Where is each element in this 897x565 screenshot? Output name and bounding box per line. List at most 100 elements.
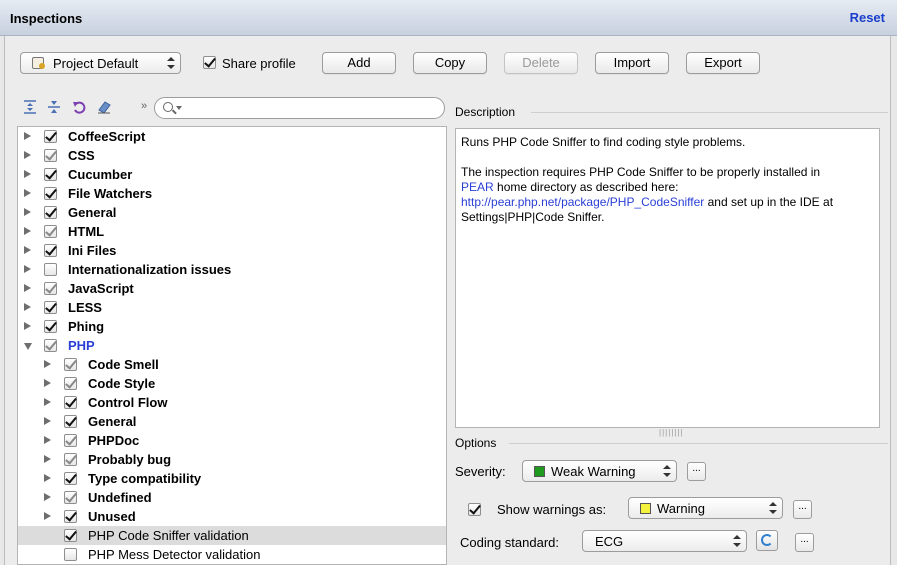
delete-button[interactable]: Delete [504,52,578,74]
tree-row[interactable]: Ini Files [18,241,446,260]
severity-select[interactable]: Weak Warning [522,460,677,482]
profile-icon [32,57,45,69]
tree-row-checkbox[interactable] [44,339,57,352]
collapsed-arrow-icon[interactable] [44,474,51,482]
tree-row-checkbox[interactable] [64,491,77,504]
tree-row[interactable]: LESS [18,298,446,317]
tree-row-checkbox[interactable] [64,358,77,371]
refresh-standards-button[interactable] [756,530,778,551]
show-warnings-select[interactable]: Warning [628,497,783,519]
codesniffer-url-link[interactable]: http://pear.php.net/package/PHP_CodeSnif… [461,195,704,209]
tree-row[interactable]: Code Smell [18,355,446,374]
tree-row[interactable]: HTML [18,222,446,241]
tree-row[interactable]: CSS [18,146,446,165]
reset-link[interactable]: Reset [850,10,885,25]
tree-row[interactable]: PHP Mess Detector validation [18,545,446,564]
tree-row[interactable]: File Watchers [18,184,446,203]
tree-row-checkbox[interactable] [44,206,57,219]
tree-row[interactable]: Phing [18,317,446,336]
reset-to-defaults-icon[interactable] [72,100,86,114]
collapsed-arrow-icon[interactable] [24,322,31,330]
coding-standard-edit-button[interactable]: ... [795,533,814,552]
collapsed-arrow-icon[interactable] [44,379,51,387]
tree-row-checkbox[interactable] [44,168,57,181]
tree-row[interactable]: Cucumber [18,165,446,184]
tree-row-checkbox[interactable] [64,415,77,428]
tree-row-checkbox[interactable] [44,149,57,162]
tree-row-checkbox[interactable] [64,453,77,466]
tree-row-label: CoffeeScript [68,129,146,144]
export-button[interactable]: Export [686,52,760,74]
tree-row[interactable]: Undefined [18,488,446,507]
inspection-tree[interactable]: CoffeeScript CSS Cucumber File Watchers Gene… [17,126,447,565]
collapsed-arrow-icon[interactable] [24,170,31,178]
tree-row-checkbox[interactable] [64,472,77,485]
copy-button[interactable]: Copy [413,52,487,74]
inspections-header: Inspections Reset [0,0,897,36]
collapsed-arrow-icon[interactable] [44,398,51,406]
tree-row[interactable]: Probably bug [18,450,446,469]
tree-row-checkbox[interactable] [44,320,57,333]
collapsed-arrow-icon[interactable] [44,512,51,520]
tree-row-checkbox[interactable] [44,244,57,257]
description-paragraph: The inspection requires PHP Code Sniffer… [461,165,874,225]
profile-select[interactable]: Project Default [20,52,181,74]
search-options-icon[interactable] [176,106,182,110]
tree-row-checkbox[interactable] [64,548,77,561]
tree-row[interactable]: JavaScript [18,279,446,298]
tree-row-label: Cucumber [68,167,133,182]
collapsed-arrow-icon[interactable] [24,189,31,197]
tree-row[interactable]: CoffeeScript [18,127,446,146]
search-input[interactable] [154,97,445,119]
tree-row[interactable]: Type compatibility [18,469,446,488]
splitter-grip[interactable]: |||||||| [659,428,684,437]
collapsed-arrow-icon[interactable] [24,227,31,235]
tree-row[interactable]: PHP [18,336,446,355]
collapsed-arrow-icon[interactable] [24,151,31,159]
add-button[interactable]: Add [322,52,396,74]
tree-row-checkbox[interactable] [44,263,57,276]
tree-row-checkbox[interactable] [44,187,57,200]
share-profile-check[interactable] [203,56,216,69]
coding-standard-select[interactable]: ECG [582,530,747,552]
tree-row-checkbox[interactable] [64,396,77,409]
collapsed-arrow-icon[interactable] [24,284,31,292]
severity-edit-button[interactable]: ... [687,462,706,481]
tree-row[interactable]: General [18,412,446,431]
collapsed-arrow-icon[interactable] [24,265,31,273]
tree-row-checkbox[interactable] [44,225,57,238]
tree-row[interactable]: Control Flow [18,393,446,412]
tree-row[interactable]: Code Style [18,374,446,393]
tree-row-checkbox[interactable] [44,301,57,314]
tree-row-checkbox[interactable] [44,130,57,143]
pear-link[interactable]: PEAR [461,180,494,194]
tree-row[interactable]: Internationalization issues [18,260,446,279]
tree-row-label: Control Flow [88,395,168,410]
collapsed-arrow-icon[interactable] [44,455,51,463]
show-warnings-edit-button[interactable]: ... [793,500,812,519]
collapsed-arrow-icon[interactable] [44,360,51,368]
collapsed-arrow-icon[interactable] [44,417,51,425]
tree-row[interactable]: General [18,203,446,222]
tree-row[interactable]: Unused [18,507,446,526]
expand-all-icon[interactable] [23,100,37,114]
collapsed-arrow-icon[interactable] [44,436,51,444]
tree-row-checkbox[interactable] [44,282,57,295]
tree-row-checkbox[interactable] [64,510,77,523]
collapsed-arrow-icon[interactable] [44,493,51,501]
expanded-arrow-icon[interactable] [24,343,32,350]
tree-row[interactable]: PHP Code Sniffer validation [18,526,446,545]
tree-row-checkbox[interactable] [64,377,77,390]
toolbar-overflow-icon[interactable]: » [141,100,147,112]
import-button[interactable]: Import [595,52,669,74]
eraser-icon[interactable] [97,100,111,114]
collapsed-arrow-icon[interactable] [24,303,31,311]
collapsed-arrow-icon[interactable] [24,246,31,254]
tree-row-checkbox[interactable] [64,529,77,542]
tree-row[interactable]: PHPDoc [18,431,446,450]
tree-row-checkbox[interactable] [64,434,77,447]
collapsed-arrow-icon[interactable] [24,132,31,140]
collapse-all-icon[interactable] [47,100,61,114]
collapsed-arrow-icon[interactable] [24,208,31,216]
show-warnings-checkbox[interactable] [468,503,481,516]
